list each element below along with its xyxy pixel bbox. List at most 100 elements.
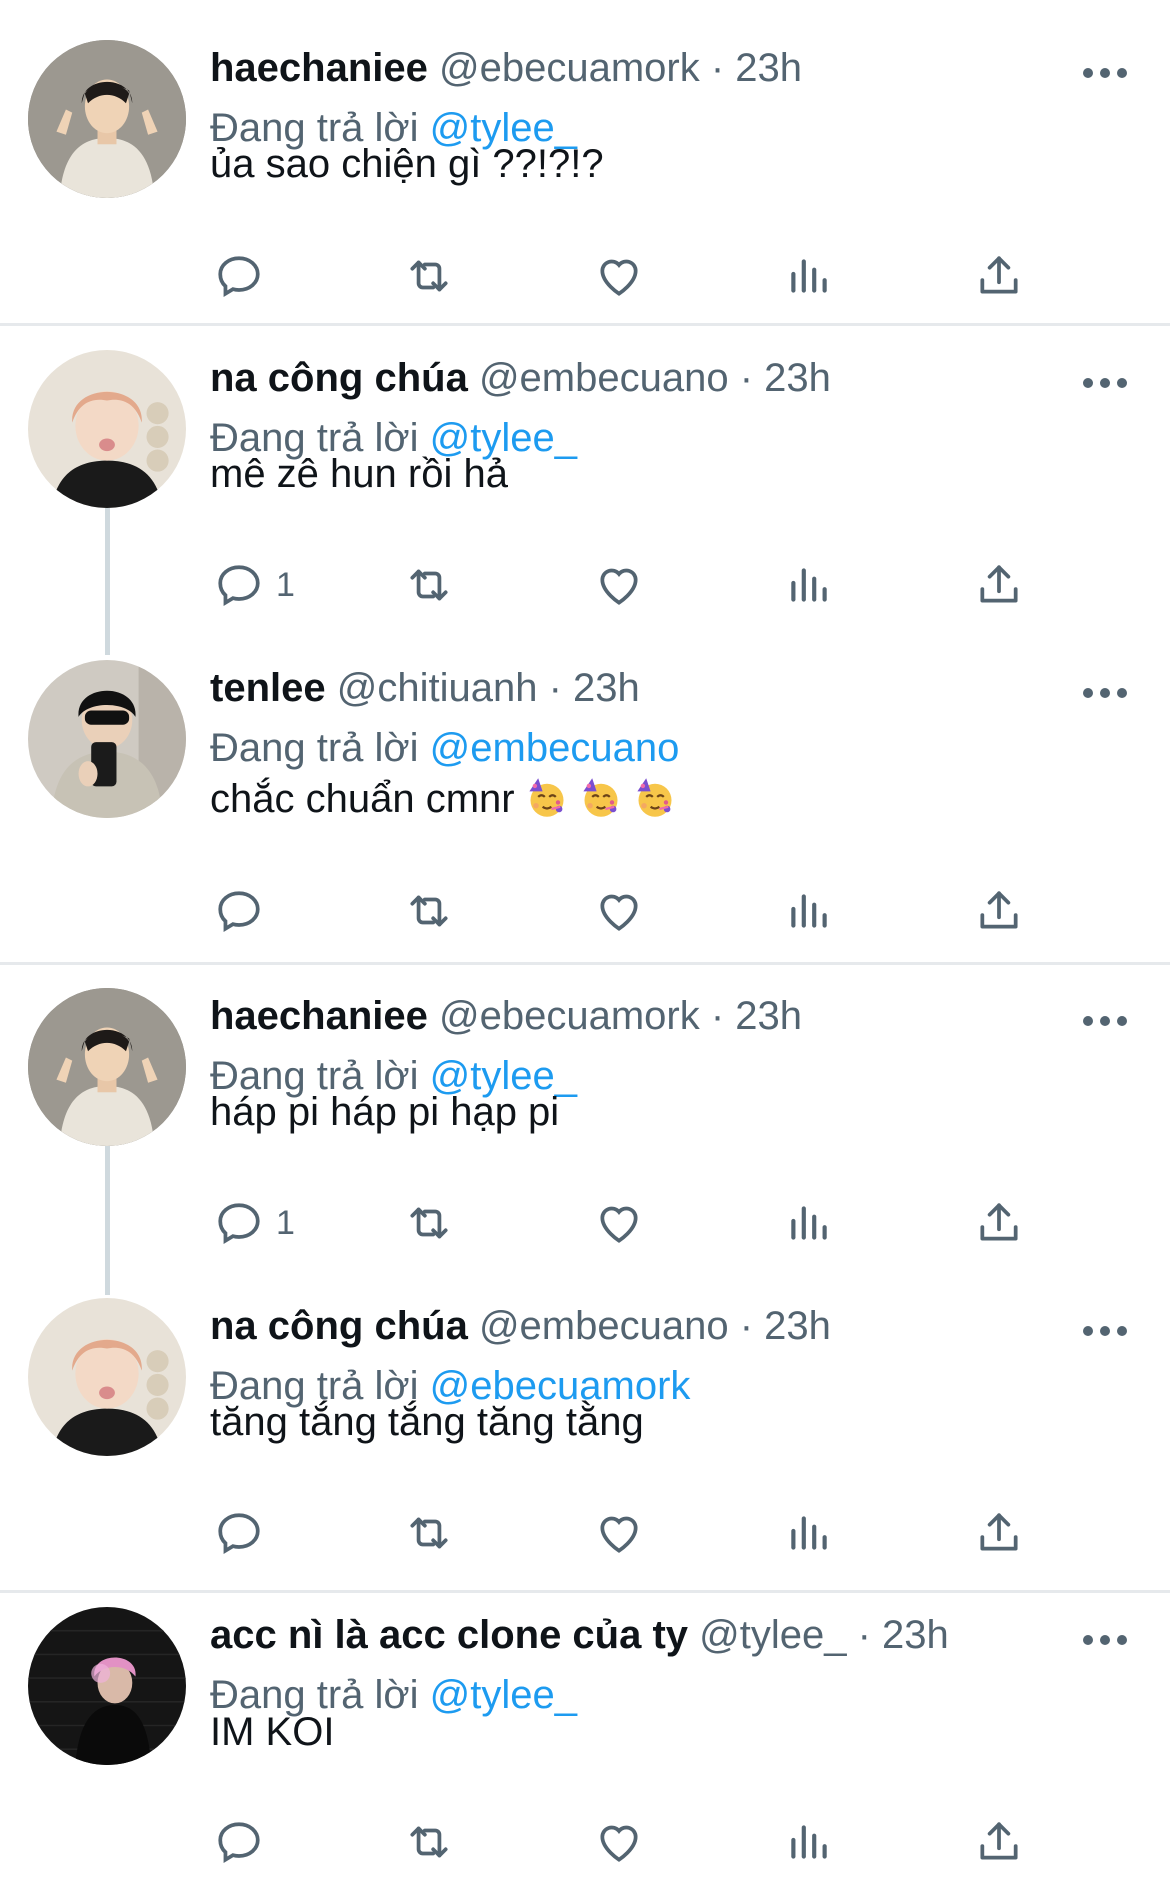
tweet-text: chắc chuẩn cmnr [210, 773, 1130, 825]
mention-link[interactable]: @embecuano [430, 726, 680, 770]
retweet-icon [404, 251, 454, 301]
tweet-header: haechaniee @ebecuamork · 23h [210, 990, 1130, 1042]
views-icon [784, 886, 834, 936]
reply-count: 1 [276, 1203, 295, 1242]
avatar[interactable] [28, 660, 186, 818]
display-name[interactable]: na công chúa [210, 1304, 468, 1348]
retweet-button[interactable] [404, 1503, 454, 1563]
user-handle[interactable]: @embecuano [479, 356, 729, 400]
retweet-icon [404, 1508, 454, 1558]
views-button[interactable] [784, 1503, 834, 1563]
replying-to-label: Đang trả lời [210, 726, 419, 770]
reply-button[interactable] [214, 1812, 276, 1872]
views-icon [784, 1817, 834, 1867]
user-handle[interactable]: @tylee_ [699, 1613, 846, 1657]
share-icon [974, 560, 1024, 610]
reply-button[interactable] [214, 1503, 276, 1563]
timestamp[interactable]: 23h [882, 1613, 949, 1657]
share-button[interactable] [974, 1812, 1024, 1872]
timestamp[interactable]: 23h [735, 994, 802, 1038]
like-button[interactable] [594, 555, 644, 615]
tweet-text: háp pi háp pi hạp pi [210, 1086, 1130, 1138]
tweet-actions [210, 1503, 1070, 1563]
retweet-icon [404, 560, 454, 610]
like-button[interactable] [594, 1193, 644, 1253]
reply-icon [214, 1508, 264, 1558]
avatar[interactable] [28, 1607, 186, 1765]
share-button[interactable] [974, 555, 1024, 615]
tweet-header: na công chúa @embecuano · 23h [210, 1300, 1130, 1352]
separator-dot: · [699, 46, 736, 90]
share-button[interactable] [974, 246, 1024, 306]
divider [0, 962, 1170, 965]
user-handle[interactable]: @ebecuamork [439, 994, 700, 1038]
share-button[interactable] [974, 1503, 1024, 1563]
views-button[interactable] [784, 1812, 834, 1872]
display-name[interactable]: acc nì là acc clone của ty [210, 1613, 688, 1657]
views-button[interactable] [784, 881, 834, 941]
reply-count: 1 [276, 565, 295, 604]
like-icon [594, 886, 644, 936]
share-icon [974, 1198, 1024, 1248]
views-icon [784, 1198, 834, 1248]
timestamp[interactable]: 23h [764, 356, 831, 400]
like-button[interactable] [594, 1503, 644, 1563]
retweet-button[interactable] [404, 1812, 454, 1872]
avatar[interactable] [28, 350, 186, 508]
separator-dot: · [846, 1613, 883, 1657]
views-icon [784, 251, 834, 301]
reply-button[interactable] [214, 246, 276, 306]
reply-button[interactable]: 1 [214, 1193, 295, 1253]
avatar[interactable] [28, 988, 186, 1146]
reply-icon [214, 560, 264, 610]
reply-button[interactable] [214, 881, 276, 941]
like-button[interactable] [594, 1812, 644, 1872]
retweet-icon [404, 1817, 454, 1867]
user-handle[interactable]: @embecuano [479, 1304, 729, 1348]
reply-icon [214, 251, 264, 301]
like-button[interactable] [594, 246, 644, 306]
display-name[interactable]: na công chúa [210, 356, 468, 400]
tweet-actions [210, 881, 1070, 941]
reply-icon [214, 886, 264, 936]
share-icon [974, 1508, 1024, 1558]
partying-face-icon [633, 776, 677, 820]
retweet-button[interactable] [404, 881, 454, 941]
user-handle[interactable]: @chitiuanh [337, 666, 538, 710]
tweet-actions [210, 1812, 1070, 1872]
divider [0, 1590, 1170, 1593]
display-name[interactable]: haechaniee [210, 994, 428, 1038]
views-button[interactable] [784, 246, 834, 306]
tweet-header: na công chúa @embecuano · 23h [210, 352, 1130, 404]
separator-dot: · [728, 1304, 765, 1348]
like-button[interactable] [594, 881, 644, 941]
tweet-body-text: chắc chuẩn cmnr [210, 777, 515, 821]
tweet-body-text: ủa sao chiện gì ??!?!? [210, 142, 604, 186]
display-name[interactable]: tenlee [210, 666, 326, 710]
like-icon [594, 1508, 644, 1558]
avatar[interactable] [28, 1298, 186, 1456]
thread-connector [105, 1145, 110, 1295]
share-button[interactable] [974, 881, 1024, 941]
timestamp[interactable]: 23h [573, 666, 640, 710]
timestamp[interactable]: 23h [735, 46, 802, 90]
separator-dot: · [699, 994, 736, 1038]
retweet-button[interactable] [404, 555, 454, 615]
retweet-button[interactable] [404, 246, 454, 306]
retweet-button[interactable] [404, 1193, 454, 1253]
views-icon [784, 1508, 834, 1558]
display-name[interactable]: haechaniee [210, 46, 428, 90]
avatar[interactable] [28, 40, 186, 198]
timestamp[interactable]: 23h [764, 1304, 831, 1348]
share-button[interactable] [974, 1193, 1024, 1253]
views-button[interactable] [784, 555, 834, 615]
tweet-actions [210, 246, 1070, 306]
reply-icon [214, 1817, 264, 1867]
reply-icon [214, 1198, 264, 1248]
reply-button[interactable]: 1 [214, 555, 295, 615]
like-icon [594, 1198, 644, 1248]
user-handle[interactable]: @ebecuamork [439, 46, 700, 90]
share-icon [974, 886, 1024, 936]
views-button[interactable] [784, 1193, 834, 1253]
retweet-icon [404, 1198, 454, 1248]
